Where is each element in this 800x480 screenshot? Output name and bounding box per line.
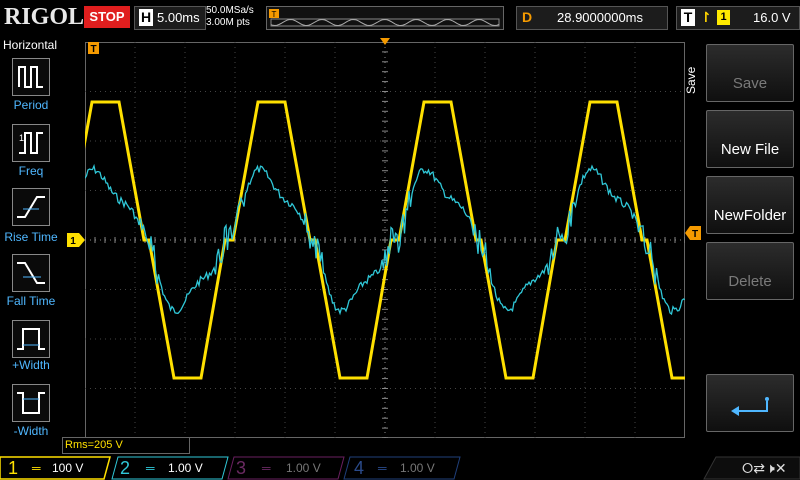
channel-1-scale[interactable]: 100 V (52, 456, 83, 480)
rise-time-icon (17, 196, 45, 218)
save-button[interactable]: Save (706, 44, 794, 102)
period-icon (18, 66, 43, 88)
usb-icon: ⭘⇄ (742, 460, 765, 476)
memory-position-bar[interactable]: T (266, 6, 504, 30)
return-button[interactable] (706, 374, 794, 432)
frequency-label: Freq (18, 164, 44, 178)
channel-3-coupling-icon: ═ (262, 461, 271, 475)
channel-1-coupling-icon: ═ (32, 461, 41, 475)
channel-1-number[interactable]: 1 (8, 456, 18, 480)
channel-2-number[interactable]: 2 (120, 456, 130, 480)
delay-value: 28.9000000ms (557, 10, 644, 25)
memory-depth: 3.00M pts (206, 17, 250, 28)
rms-measurement: Rms=205 V (62, 437, 190, 454)
channel-2-scale[interactable]: 1.00 V (168, 456, 203, 480)
panel-title: Horizontal (2, 38, 58, 52)
menu-title: Save (684, 66, 698, 94)
delay-label: D (522, 9, 533, 25)
center-marker (380, 38, 390, 45)
rising-edge-icon: ↾ (700, 9, 712, 25)
negative-width-button[interactable] (12, 384, 50, 422)
period-button[interactable] (12, 58, 50, 96)
negative-width-label: -Width (13, 424, 49, 438)
period-label: Period (13, 98, 49, 112)
fall-time-icon (17, 262, 45, 284)
rigol-logo: RIGOL (4, 4, 85, 30)
fall-time-button[interactable] (12, 254, 50, 292)
trigger-label: T (681, 9, 695, 26)
channel-1-offset-marker[interactable]: 1 (67, 233, 85, 247)
negative-width-icon (17, 392, 45, 414)
channel-4-number[interactable]: 4 (354, 456, 364, 480)
positive-width-button[interactable] (12, 320, 50, 358)
rise-time-label: Rise Time (4, 230, 58, 244)
delete-button[interactable]: Delete (706, 242, 794, 300)
fall-time-label: Fall Time (6, 294, 56, 308)
memory-waveform-preview: T (269, 9, 500, 27)
channel-4-coupling-icon: ═ (378, 461, 387, 475)
trigger-box[interactable]: T ↾ 1 16.0 V (676, 6, 800, 30)
acquisition-info: 50.0MSa/s 3.00M pts (206, 5, 262, 29)
sample-rate: 50.0MSa/s (206, 5, 254, 16)
run-stop-status[interactable]: STOP (84, 6, 130, 28)
channel-3-number[interactable]: 3 (236, 456, 246, 480)
trigger-level-marker[interactable]: T (685, 226, 701, 240)
trigger-position-top-marker: T (88, 42, 99, 55)
svg-text:1: 1 (19, 133, 24, 143)
channel-3-scale[interactable]: 1.00 V (286, 456, 321, 480)
trigger-position-label: T (272, 10, 277, 19)
channel-2-coupling-icon: ═ (146, 461, 155, 475)
waveform-display[interactable] (85, 42, 685, 438)
frequency-button[interactable]: 1 (12, 124, 50, 162)
mute-speaker-icon[interactable]: 🕨✕ (766, 456, 787, 480)
positive-width-icon (17, 328, 45, 350)
trigger-source: 1 (717, 10, 730, 25)
new-file-button[interactable]: New File (706, 110, 794, 168)
horizontal-label: H (139, 9, 153, 26)
new-folder-button[interactable]: NewFolder (706, 176, 794, 234)
positive-width-label: +Width (12, 358, 50, 372)
svg-text:T: T (692, 229, 698, 240)
timebase-value: 5.00ms (157, 10, 200, 25)
trigger-level: 16.0 V (753, 10, 791, 25)
delay-box[interactable]: D 28.9000000ms (516, 6, 668, 30)
channel-4-scale[interactable]: 1.00 V (400, 456, 435, 480)
return-icon (731, 397, 769, 416)
timebase-box[interactable]: H 5.00ms (134, 6, 206, 30)
svg-text:1: 1 (70, 236, 76, 247)
frequency-icon: 1 (19, 132, 43, 154)
svg-text:T: T (90, 44, 96, 55)
rise-time-button[interactable] (12, 188, 50, 226)
